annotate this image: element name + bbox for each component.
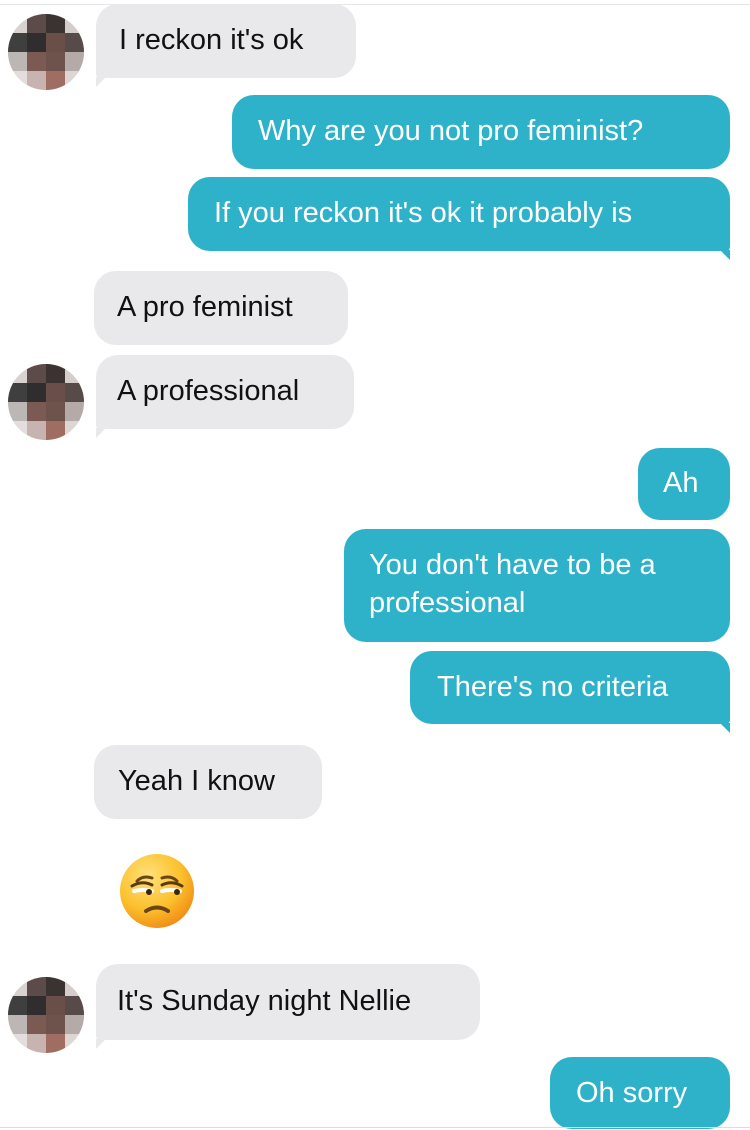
message-text: A professional [117,375,300,407]
pixelated-avatar-icon [8,14,84,90]
outgoing-message[interactable]: Why are you not pro feminist? [232,95,730,169]
outgoing-message[interactable]: There's no criteria [410,651,730,733]
message-text: If you reckon it's ok it probably is [214,197,633,229]
incoming-message[interactable]: A professional [96,355,354,438]
message-text: A pro feminist [117,291,293,323]
unamused-face-emoji[interactable] [119,853,195,929]
message-text: I reckon it's ok [119,24,304,56]
contact-avatar[interactable] [8,977,84,1053]
incoming-message[interactable]: A pro feminist [94,271,348,345]
message-text: Why are you not pro feminist? [258,115,644,147]
message-text: There's no criteria [437,671,669,703]
incoming-message[interactable]: It's Sunday night Nellie [96,964,480,1049]
message-text: Ah [663,467,699,499]
contact-avatar[interactable] [8,364,84,440]
message-text: Yeah I know [118,765,275,797]
pixelated-avatar-icon [8,977,84,1053]
outgoing-message[interactable]: You don't have to be a professional [344,529,730,642]
message-text-line: professional [369,587,526,619]
message-text: It's Sunday night Nellie [117,985,412,1017]
message-text-line: You don't have to be a [369,549,656,581]
contact-avatar[interactable] [8,14,84,90]
bottom-divider [0,1127,750,1128]
outgoing-message[interactable]: Ah [638,448,730,520]
outgoing-message[interactable]: Oh sorry [550,1057,730,1129]
outgoing-message[interactable]: If you reckon it's ok it probably is [188,177,730,260]
incoming-message[interactable]: Yeah I know [94,745,322,819]
pixelated-avatar-icon [8,364,84,440]
message-text: Oh sorry [576,1077,688,1109]
incoming-message[interactable]: I reckon it's ok [96,4,356,87]
